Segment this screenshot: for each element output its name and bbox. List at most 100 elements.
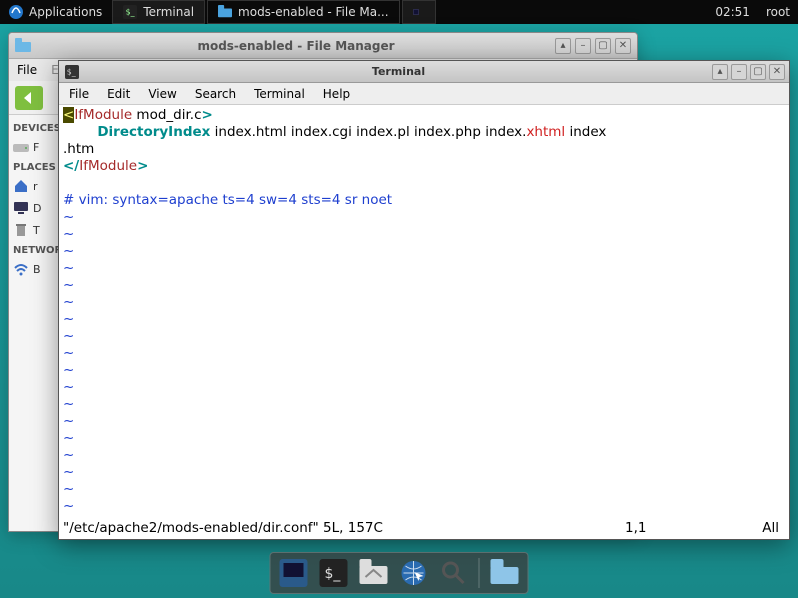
vim-closetag: </ [63,158,79,174]
shade-button[interactable]: ▴ [555,38,571,54]
dock-files[interactable] [357,556,391,590]
vim-tilde: ~ [63,345,74,361]
folder-icon [491,559,519,587]
sidebar-item-filesystem[interactable]: F [9,136,60,158]
vim-tilde: ~ [63,328,74,344]
sidebar-item-desktop[interactable]: D [9,197,60,219]
folder-icon [218,5,232,19]
files-icon [360,559,388,587]
term-menu-help[interactable]: Help [323,87,350,101]
terminal-icon [413,5,419,19]
vim-tilde: ~ [63,430,74,446]
minimize-button[interactable]: – [575,38,591,54]
applications-label: Applications [29,5,102,19]
vim-tilde: ~ [63,447,74,463]
dock-search[interactable] [437,556,471,590]
taskbar-item-terminal-2[interactable] [402,0,436,24]
vim-tilde: ~ [63,464,74,480]
taskbar-item-terminal[interactable]: $_ Terminal [112,0,205,24]
vim-tilde: ~ [63,396,74,412]
sidebar-item-label: r [33,180,38,193]
maximize-button[interactable]: ▢ [750,64,766,80]
terminal-body[interactable]: <IfModule mod_dir.c> DirectoryIndex inde… [59,105,789,539]
term-menu-file[interactable]: File [69,87,89,101]
folder-icon [15,38,31,54]
sidebar-section-devices: DEVICES [9,119,60,136]
vim-cursor: < [63,107,74,123]
sidebar-item-label: D [33,202,41,215]
terminal-icon: $_ [123,5,137,19]
svg-text:$_: $_ [67,67,76,76]
vim-text: index.html index.cgi index.pl index.php … [210,124,526,140]
close-button[interactable]: ✕ [769,64,785,80]
term-menu-view[interactable]: View [148,87,176,101]
shade-button[interactable]: ▴ [712,64,728,80]
vim-comment: # vim: syntax=apache ts=4 sw=4 sts=4 sr … [63,192,392,208]
vim-gt: > [137,158,148,174]
vim-tilde: ~ [63,226,74,242]
vim-tilde: ~ [63,260,74,276]
dock: $_ [270,552,529,594]
vim-tilde: ~ [63,311,74,327]
vim-text: index [565,124,606,140]
search-icon [440,559,468,587]
arrow-left-icon [21,90,37,106]
maximize-button[interactable]: ▢ [595,38,611,54]
show-desktop-icon [280,559,308,587]
svg-text:$_: $_ [126,8,135,17]
panel-user[interactable]: root [758,5,798,19]
disk-icon [13,139,29,155]
dock-terminal[interactable]: $_ [317,556,351,590]
vim-directive: DirectoryIndex [97,124,210,140]
terminal-title: Terminal [85,65,712,78]
sidebar-item-browse-network[interactable]: B [9,258,60,280]
term-menu-edit[interactable]: Edit [107,87,130,101]
sidebar-item-trash[interactable]: T [9,219,60,241]
sidebar-section-places: PLACES [9,158,60,175]
panel-clock[interactable]: 02:51 [707,5,758,19]
wifi-icon [13,261,29,277]
vim-tilde: ~ [63,379,74,395]
vim-text: .htm [63,141,94,157]
sidebar-item-home[interactable]: r [9,175,60,197]
file-manager-titlebar[interactable]: mods-enabled - File Manager ▴ – ▢ ✕ [9,33,637,59]
vim-tilde: ~ [63,294,74,310]
vim-tilde: ~ [63,498,74,514]
dock-show-desktop[interactable] [277,556,311,590]
dock-folder[interactable] [488,556,522,590]
vim-tilde: ~ [63,277,74,293]
terminal-icon: $_ [65,65,79,79]
dock-web[interactable] [397,556,431,590]
sidebar-item-label: F [33,141,39,154]
terminal-titlebar[interactable]: $_ Terminal ▴ – ▢ ✕ [59,61,789,83]
vim-indent [63,124,97,140]
file-manager-sidebar: DEVICES F PLACES r D T NETWORK B [9,115,61,531]
trash-icon [13,222,29,238]
close-button[interactable]: ✕ [615,38,631,54]
vim-tag: IfModule [74,107,132,123]
vim-text: mod_dir.c [132,107,201,123]
term-menu-terminal[interactable]: Terminal [254,87,305,101]
vim-status-file: "/etc/apache2/mods-enabled/dir.conf" 5L,… [63,520,383,537]
vim-gt: > [202,107,213,123]
terminal-icon: $_ [320,559,348,587]
desktop-icon [13,200,29,216]
minimize-button[interactable]: – [731,64,747,80]
vim-tilde: ~ [63,243,74,259]
taskbar-item-filemanager[interactable]: mods-enabled - File Ma... [207,0,400,24]
home-icon [13,178,29,194]
sidebar-item-label: T [33,224,40,237]
applications-menu[interactable]: Applications [0,0,110,24]
vim-xhtml: xhtml [526,124,565,140]
vim-tilde: ~ [63,362,74,378]
sidebar-section-network: NETWORK [9,241,60,258]
vim-tag: IfModule [79,158,137,174]
vim-tilde: ~ [63,481,74,497]
sidebar-item-label: B [33,263,41,276]
taskbar-item-label: mods-enabled - File Ma... [238,5,389,19]
vim-status-position: 1,1 [625,520,745,537]
fm-menu-file[interactable]: File [17,63,37,77]
terminal-window: $_ Terminal ▴ – ▢ ✕ File Edit View Searc… [58,60,790,540]
term-menu-search[interactable]: Search [195,87,236,101]
back-button[interactable] [15,86,43,110]
